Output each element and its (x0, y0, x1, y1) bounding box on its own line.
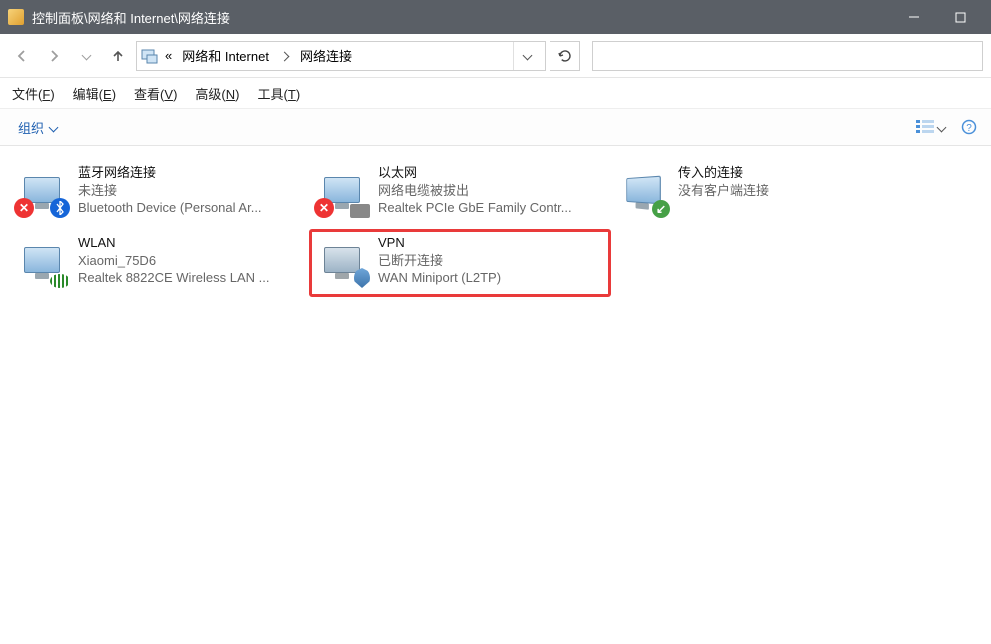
menu-file[interactable]: 文件(F) (10, 80, 57, 107)
connection-device: Bluetooth Device (Personal Ar... (78, 199, 262, 217)
menu-advanced[interactable]: 高级(N) (193, 80, 241, 107)
monitor-icon (24, 247, 60, 273)
nav-forward-button[interactable] (40, 42, 68, 70)
connection-icon: ✕ (16, 164, 68, 216)
maximize-icon (955, 12, 966, 23)
error-x-icon: ✕ (314, 198, 334, 218)
chevron-down-icon (81, 51, 91, 61)
svg-text:?: ? (966, 123, 972, 134)
wifi-signal-icon (50, 274, 70, 288)
monitor-icon (324, 247, 360, 273)
breadcrumb-label: 网络和 Internet (182, 46, 269, 65)
connection-device: Realtek PCIe GbE Family Contr... (378, 199, 572, 217)
connection-item-bluetooth[interactable]: ✕ 蓝牙网络连接 未连接 Bluetooth Device (Personal … (10, 160, 310, 226)
connection-item-incoming[interactable]: 传入的连接 没有客户端连接 (610, 160, 910, 226)
breadcrumb-label: 网络连接 (300, 46, 352, 65)
view-mode-button[interactable] (912, 115, 949, 139)
arrow-left-icon (14, 48, 30, 64)
connection-name: WLAN (78, 234, 269, 252)
connection-device: WAN Miniport (L2TP) (378, 269, 501, 287)
connection-status: 未连接 (78, 182, 262, 200)
connection-icon: ✕ (316, 164, 368, 216)
address-bar-row: « 网络和 Internet 网络连接 (0, 34, 991, 78)
connection-item-vpn[interactable]: VPN 已断开连接 WAN Miniport (L2TP) (310, 230, 610, 296)
connection-name: 传入的连接 (678, 164, 769, 182)
arrow-right-icon (46, 48, 62, 64)
connection-status: 没有客户端连接 (678, 182, 769, 200)
organize-label: 组织 (18, 118, 44, 137)
breadcrumb-separator (279, 48, 290, 63)
connection-device: Realtek 8822CE Wireless LAN ... (78, 269, 269, 287)
help-icon: ? (961, 119, 977, 135)
error-x-icon: ✕ (14, 198, 34, 218)
connections-pane: ✕ 蓝牙网络连接 未连接 Bluetooth Device (Personal … (0, 146, 991, 310)
connection-name: 以太网 (378, 164, 572, 182)
connection-status: 已断开连接 (378, 252, 501, 270)
refresh-button[interactable] (550, 41, 580, 71)
window-title: 控制面板\网络和 Internet\网络连接 (32, 8, 891, 27)
connection-name: 蓝牙网络连接 (78, 164, 262, 182)
location-icon (141, 47, 159, 65)
address-bar-dropdown[interactable] (513, 42, 541, 70)
connection-item-ethernet[interactable]: ✕ 以太网 网络电缆被拔出 Realtek PCIe GbE Family Co… (310, 160, 610, 226)
view-list-icon (916, 119, 934, 135)
breadcrumb-item[interactable]: 网络连接 (296, 42, 356, 70)
address-bar[interactable]: « 网络和 Internet 网络连接 (136, 41, 546, 71)
breadcrumb-prefix: « (165, 48, 172, 63)
chevron-down-icon (49, 122, 59, 132)
vpn-shield-icon (354, 268, 370, 288)
chevron-down-icon (523, 51, 533, 61)
menu-edit[interactable]: 编辑(E) (71, 80, 118, 107)
incoming-arrow-icon (652, 200, 670, 218)
monitor-icon (626, 176, 661, 205)
command-toolbar: 组织 ? (0, 108, 991, 146)
arrow-up-icon (110, 48, 126, 64)
nav-history-dropdown[interactable] (72, 42, 100, 70)
connection-icon (616, 164, 668, 216)
window-titlebar: 控制面板\网络和 Internet\网络连接 (0, 0, 991, 34)
menu-bar: 文件(F) 编辑(E) 查看(V) 高级(N) 工具(T) (0, 78, 991, 108)
bluetooth-icon (50, 198, 70, 218)
connection-name: VPN (378, 234, 501, 252)
connection-item-wlan[interactable]: WLAN Xiaomi_75D6 Realtek 8822CE Wireless… (10, 230, 310, 296)
connection-icon (316, 234, 368, 286)
window-minimize-button[interactable] (891, 0, 937, 34)
window-maximize-button[interactable] (937, 0, 983, 34)
help-button[interactable]: ? (957, 115, 981, 139)
connection-status: Xiaomi_75D6 (78, 252, 269, 270)
refresh-icon (557, 48, 573, 64)
ethernet-plug-icon (350, 204, 370, 218)
search-input[interactable] (592, 41, 983, 71)
chevron-right-icon (279, 52, 289, 62)
breadcrumb-item[interactable]: 网络和 Internet (178, 42, 273, 70)
nav-up-button[interactable] (104, 42, 132, 70)
connection-status: 网络电缆被拔出 (378, 182, 572, 200)
organize-button[interactable]: 组织 (10, 114, 65, 141)
minimize-icon (908, 11, 920, 23)
nav-back-button[interactable] (8, 42, 36, 70)
window-app-icon (8, 9, 24, 25)
menu-view[interactable]: 查看(V) (132, 80, 179, 107)
menu-tools[interactable]: 工具(T) (256, 80, 303, 107)
connection-icon (16, 234, 68, 286)
chevron-down-icon (937, 122, 947, 132)
